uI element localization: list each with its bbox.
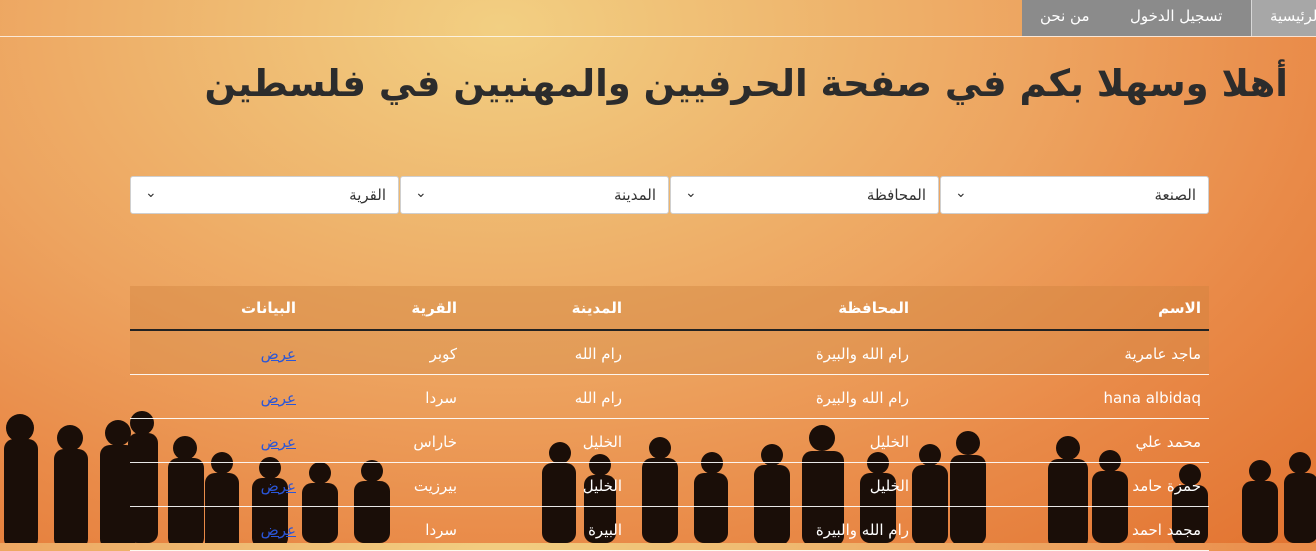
filter-bar: القرية ⌄ المدينة ⌄ المحافظة ⌄ الصنعة ⌄ bbox=[130, 176, 1209, 214]
table-row: مجمد احمد رام الله والبيرة البيرة سردا ع… bbox=[130, 507, 1209, 551]
cell-governorate: الخليل bbox=[869, 477, 909, 495]
craft-select[interactable]: الصنعة ⌄ bbox=[940, 176, 1209, 214]
cell-village: بيرزيت bbox=[413, 477, 457, 495]
top-navbar: الرئيسية تسجيل الدخول من نحن bbox=[0, 0, 1316, 37]
header-governorate: المحافظة bbox=[838, 299, 909, 317]
craft-select-label: الصنعة bbox=[1154, 186, 1196, 204]
city-select[interactable]: المدينة ⌄ bbox=[400, 176, 669, 214]
cell-governorate: رام الله والبيرة bbox=[815, 345, 909, 363]
view-details-link[interactable]: عرض bbox=[261, 345, 296, 363]
cell-name: حمزة حامد bbox=[1132, 477, 1201, 495]
cell-city: الخليل bbox=[582, 477, 622, 495]
view-details-link[interactable]: عرض bbox=[261, 433, 296, 451]
cell-city: البيرة bbox=[588, 521, 622, 539]
nav-about-link[interactable]: من نحن bbox=[1040, 0, 1090, 36]
cell-name: مجمد احمد bbox=[1131, 521, 1201, 539]
view-details-link[interactable]: عرض bbox=[261, 389, 296, 407]
table-row: ماجد عامرية رام الله والبيرة رام الله كو… bbox=[130, 331, 1209, 375]
cell-governorate: رام الله والبيرة bbox=[815, 521, 909, 539]
cell-village: كوبر bbox=[429, 345, 457, 363]
chevron-down-icon: ⌄ bbox=[415, 185, 427, 201]
cell-city: الخليل bbox=[582, 433, 622, 451]
header-data: البيانات bbox=[241, 299, 296, 317]
header-name: الاسم bbox=[1158, 299, 1201, 317]
header-city: المدينة bbox=[571, 299, 622, 317]
cell-city: رام الله bbox=[574, 389, 622, 407]
village-select[interactable]: القرية ⌄ bbox=[130, 176, 399, 214]
governorate-select-label: المحافظة bbox=[866, 186, 926, 204]
chevron-down-icon: ⌄ bbox=[145, 185, 157, 201]
cell-name: محمد علي bbox=[1135, 433, 1201, 451]
chevron-down-icon: ⌄ bbox=[955, 185, 967, 201]
cell-village: سردا bbox=[425, 389, 457, 407]
cell-governorate: الخليل bbox=[869, 433, 909, 451]
cell-name: hana albidaq bbox=[1103, 389, 1201, 407]
table-row: محمد علي الخليل الخليل خاراس عرض bbox=[130, 419, 1209, 463]
craftsmen-table: الاسم المحافظة المدينة القرية البيانات م… bbox=[130, 286, 1209, 551]
table-header-row: الاسم المحافظة المدينة القرية البيانات bbox=[130, 286, 1209, 331]
view-details-link[interactable]: عرض bbox=[261, 477, 296, 495]
cell-city: رام الله bbox=[574, 345, 622, 363]
nav-home-link[interactable]: الرئيسية bbox=[1251, 0, 1316, 36]
table-row: hana albidaq رام الله والبيرة رام الله س… bbox=[130, 375, 1209, 419]
header-village: القرية bbox=[411, 299, 457, 317]
view-details-link[interactable]: عرض bbox=[261, 521, 296, 539]
city-select-label: المدينة bbox=[613, 186, 656, 204]
table-row: حمزة حامد الخليل الخليل بيرزيت عرض bbox=[130, 463, 1209, 507]
cell-village: خاراس bbox=[413, 433, 457, 451]
cell-governorate: رام الله والبيرة bbox=[815, 389, 909, 407]
governorate-select[interactable]: المحافظة ⌄ bbox=[670, 176, 939, 214]
nav-login-link[interactable]: تسجيل الدخول bbox=[1130, 0, 1222, 36]
cell-name: ماجد عامرية bbox=[1124, 345, 1201, 363]
page-title: أهلا وسهلا بكم في صفحة الحرفيين والمهنيي… bbox=[204, 62, 1288, 105]
cell-village: سردا bbox=[425, 521, 457, 539]
chevron-down-icon: ⌄ bbox=[685, 185, 697, 201]
village-select-label: القرية bbox=[349, 186, 386, 204]
